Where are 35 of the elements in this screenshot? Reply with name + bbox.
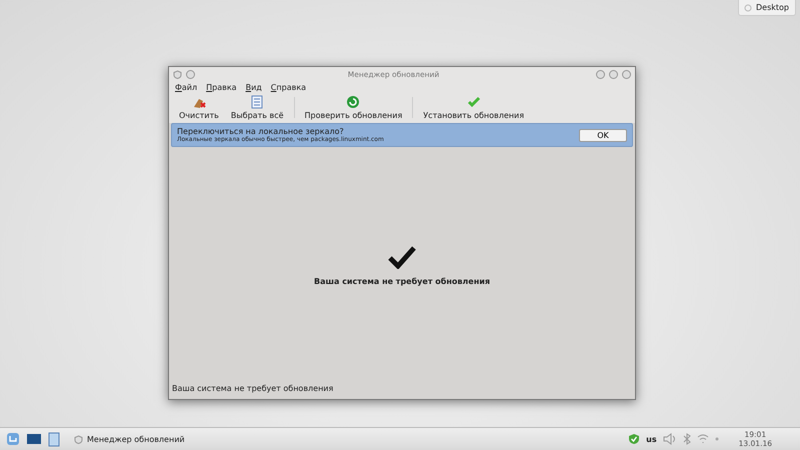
- shield-check-icon: [628, 433, 640, 445]
- menu-item[interactable]: Правка: [206, 83, 237, 92]
- monitor-icon: [26, 433, 42, 445]
- status-message: Ваша система не требует обновления: [314, 277, 490, 286]
- bluetooth-icon: [682, 433, 691, 445]
- volume-icon: [662, 433, 677, 445]
- keyboard-layout[interactable]: us: [646, 434, 657, 444]
- close-icon[interactable]: [622, 70, 631, 78]
- document-icon: [250, 95, 264, 109]
- task-label: Менеджер обновлений: [87, 434, 185, 444]
- window-icon: [48, 432, 60, 446]
- shield-icon: [74, 434, 83, 444]
- shield-icon: [173, 70, 182, 78]
- toolbar-button[interactable]: Проверить обновления: [298, 95, 408, 120]
- menu-logo-icon: [6, 432, 20, 446]
- checkmark-icon: [466, 95, 481, 109]
- checkmark-icon: [387, 245, 417, 269]
- toolbar-button[interactable]: Очистить: [173, 95, 225, 120]
- toolbar-button[interactable]: Выбрать всё: [224, 95, 290, 120]
- task-button[interactable]: Менеджер обновлений: [74, 434, 622, 444]
- minimize-icon[interactable]: [596, 70, 605, 78]
- menu-item[interactable]: Справка: [270, 83, 306, 92]
- maximize-icon[interactable]: [609, 70, 618, 78]
- refresh-icon: [346, 95, 360, 109]
- ok-button[interactable]: OK: [579, 128, 627, 142]
- toolbar-button[interactable]: Установить обновления: [417, 95, 530, 120]
- menu-item[interactable]: Файл: [175, 83, 198, 92]
- circle-icon: [744, 4, 752, 12]
- banner-title: Переключиться на локальное зеркало?: [177, 127, 345, 136]
- dot-icon: [714, 437, 719, 441]
- window-button-icon[interactable]: [186, 70, 195, 78]
- menu-item[interactable]: Вид: [246, 83, 262, 92]
- status-text: Ваша система не требует обновления: [171, 384, 334, 395]
- desktop-button[interactable]: Desktop: [738, 0, 796, 16]
- wifi-icon: [696, 434, 709, 444]
